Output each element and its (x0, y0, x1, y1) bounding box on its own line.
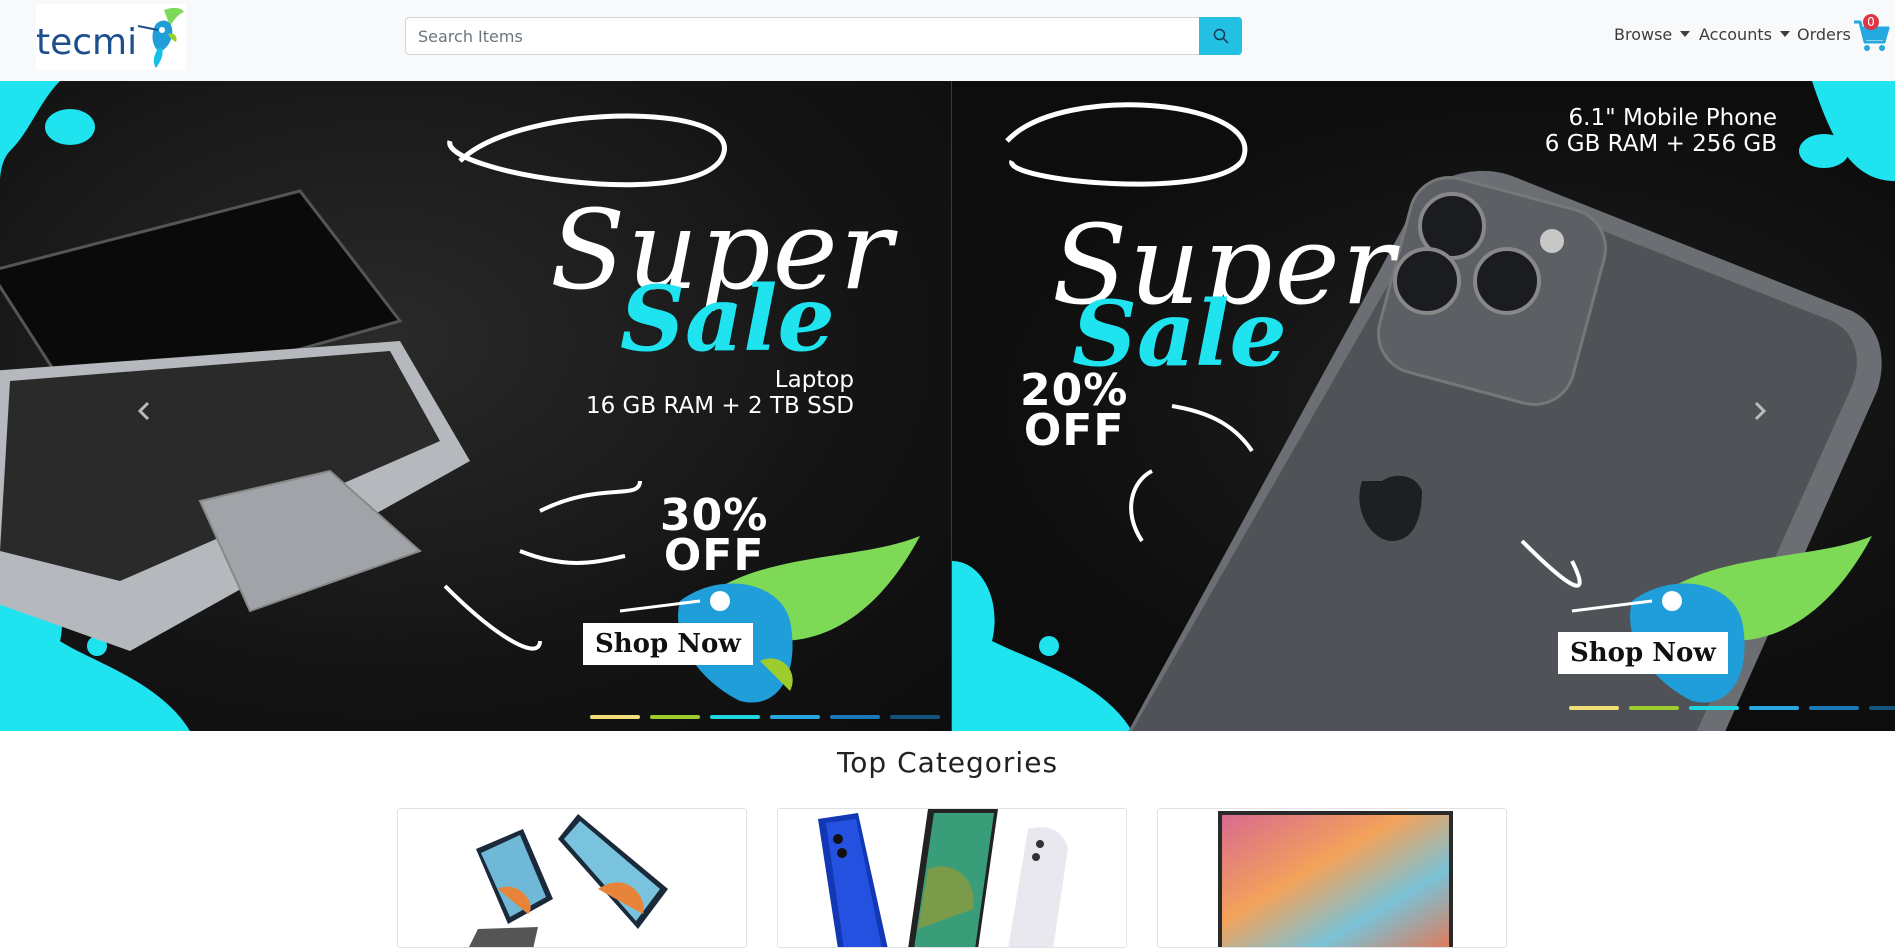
search-button[interactable] (1199, 17, 1242, 55)
top-navbar: tecmi Browse Accounts Orders (0, 0, 1895, 81)
chevron-down-icon (1779, 31, 1790, 37)
chevron-right-icon (1754, 401, 1767, 421)
hummingbird-icon (137, 7, 184, 68)
color-bar (650, 715, 700, 719)
color-bar (1809, 706, 1859, 710)
slide-2-product-name: 6.1" Mobile Phone (1568, 105, 1777, 131)
nav-orders-label: Orders (1797, 25, 1851, 44)
carousel-next-control[interactable] (1740, 391, 1780, 431)
color-bar (1569, 706, 1619, 710)
nav-orders-link[interactable]: Orders (1797, 25, 1851, 44)
category-card-televisions[interactable] (1157, 808, 1507, 948)
laptops-image (469, 814, 668, 947)
color-bar (1749, 706, 1799, 710)
slide-1-discount-word: OFF (663, 530, 765, 581)
cart-count-badge: 0 (1863, 14, 1879, 30)
search-icon (1213, 28, 1228, 44)
slide-2-product-spec: 6 GB RAM + 256 GB (1544, 131, 1777, 157)
slide-2-color-bars (1569, 706, 1895, 710)
brand-name: tecmi (36, 22, 138, 63)
color-bar (710, 715, 760, 719)
color-bar (1689, 706, 1739, 710)
slide-1-product-spec: 16 GB RAM + 2 TB SSD (585, 393, 854, 419)
chevron-down-icon (1680, 31, 1691, 37)
color-bar (1629, 706, 1679, 710)
brand-logo[interactable]: tecmi (36, 4, 186, 70)
promo-carousel: Super Sale Laptop 16 GB RAM + 2 TB SSD 3… (0, 81, 1895, 731)
slide-1-product: Laptop 16 GB RAM + 2 TB SSD (494, 367, 854, 419)
color-bar (890, 715, 940, 719)
cart-button[interactable]: 0 (1852, 14, 1890, 54)
television-image (1218, 811, 1453, 947)
chevron-left-icon (137, 401, 150, 421)
slide-1-discount: 30% OFF (660, 494, 768, 581)
nav-browse-label: Browse (1614, 25, 1673, 44)
top-categories-heading: Top Categories (836, 746, 1059, 779)
carousel-prev-control[interactable] (124, 391, 164, 431)
slide-2-discount-word: OFF (1023, 405, 1125, 456)
color-bar (770, 715, 820, 719)
nav-browse-dropdown[interactable]: Browse (1614, 25, 1691, 44)
slide-1-color-bars (590, 715, 940, 719)
slide-2-discount: 20% OFF (1020, 369, 1128, 456)
nav-accounts-label: Accounts (1699, 25, 1772, 44)
mobile-phones-image (818, 809, 1068, 947)
slide-1-shop-now-button[interactable]: Shop Now (583, 623, 753, 665)
color-bar (1869, 706, 1895, 710)
category-card-laptops[interactable] (397, 808, 747, 948)
color-bar (590, 715, 640, 719)
slide-2-shop-now-button[interactable]: Shop Now (1558, 632, 1728, 674)
slide-1-headline-sale: Sale (620, 266, 835, 372)
slide-1-product-name: Laptop (774, 367, 854, 393)
color-bar (830, 715, 880, 719)
search-bar (405, 17, 1242, 55)
category-card-mobiles[interactable] (777, 808, 1127, 948)
laptop-image (0, 189, 470, 651)
nav-accounts-dropdown[interactable]: Accounts (1699, 25, 1790, 44)
search-input[interactable] (405, 17, 1200, 55)
slide-2-product: 6.1" Mobile Phone 6 GB RAM + 256 GB (1397, 105, 1777, 157)
